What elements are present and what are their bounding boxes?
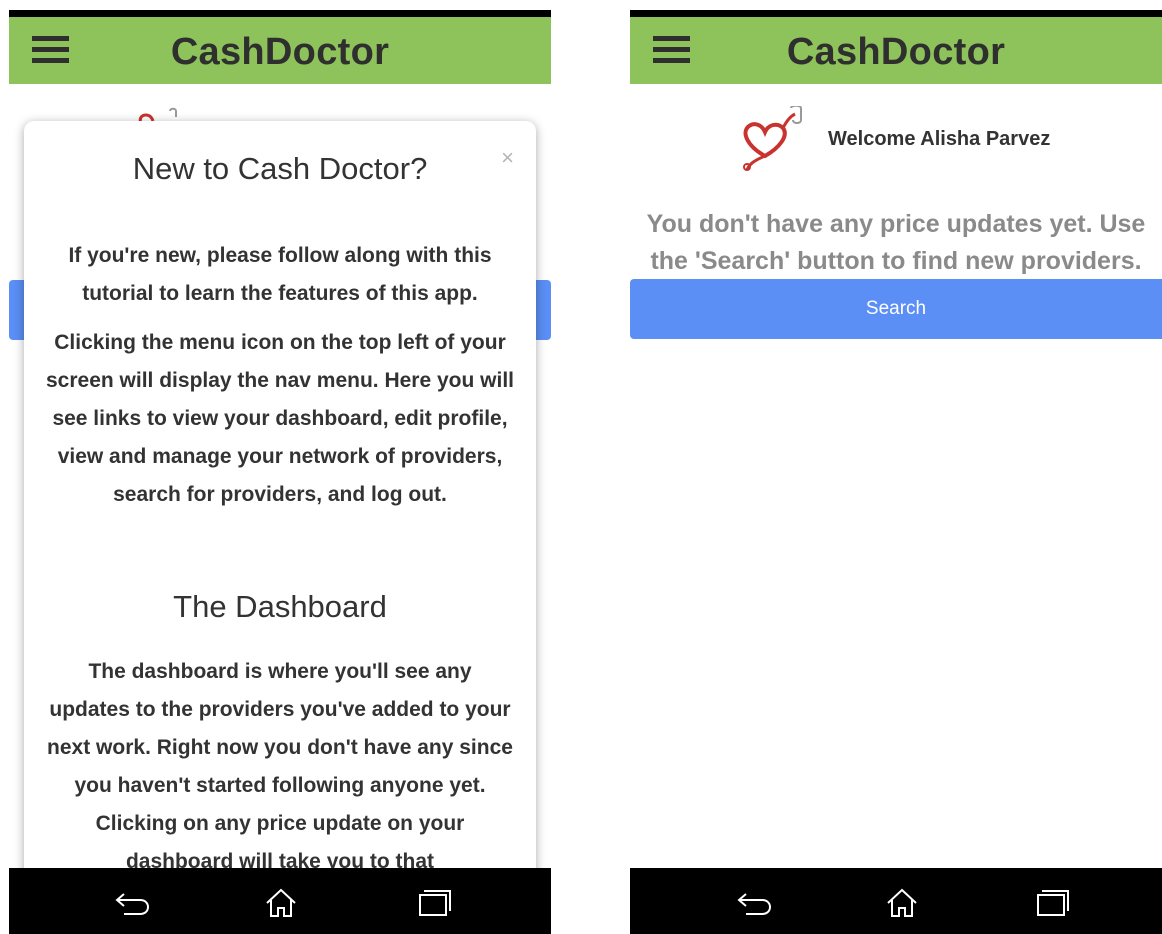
system-nav-bar	[630, 868, 1162, 934]
left-phone-screen: CashDoctor × New to Cash Doctor? If you'…	[9, 10, 551, 934]
app-title: CashDoctor	[786, 31, 1006, 73]
back-icon[interactable]	[112, 888, 152, 918]
app-bar: CashDoctor	[630, 17, 1162, 84]
dashboard-section-title: The Dashboard	[173, 589, 387, 624]
home-icon[interactable]	[882, 888, 922, 918]
status-bar	[9, 10, 551, 17]
right-phone-screen: CashDoctor Welcome Alisha Parvez You don…	[630, 10, 1162, 934]
status-bar	[630, 10, 1162, 17]
back-icon[interactable]	[734, 888, 774, 918]
modal-menu-text: Clicking the menu icon on the top left o…	[46, 331, 514, 506]
modal-dashboard-text: The dashboard is where you'll see any up…	[47, 660, 513, 873]
modal-intro-text: If you're new, please follow along with …	[68, 244, 492, 305]
recent-apps-icon[interactable]	[1032, 888, 1072, 918]
welcome-message: Welcome Alisha Parvez	[828, 128, 1051, 150]
recent-apps-icon[interactable]	[414, 888, 454, 918]
welcome-row: Welcome Alisha Parvez	[630, 106, 1162, 176]
home-icon[interactable]	[261, 888, 301, 918]
heart-stethoscope-logo	[743, 106, 802, 171]
search-button[interactable]: Search	[630, 279, 1162, 339]
app-bar: CashDoctor	[9, 17, 551, 84]
empty-state-message: You don't have any price updates yet. Us…	[646, 210, 1146, 275]
tutorial-modal: × New to Cash Doctor? If you're new, ple…	[24, 121, 536, 881]
app-title: CashDoctor	[170, 31, 390, 73]
system-nav-bar	[9, 868, 551, 934]
modal-title: New to Cash Doctor?	[132, 151, 428, 186]
